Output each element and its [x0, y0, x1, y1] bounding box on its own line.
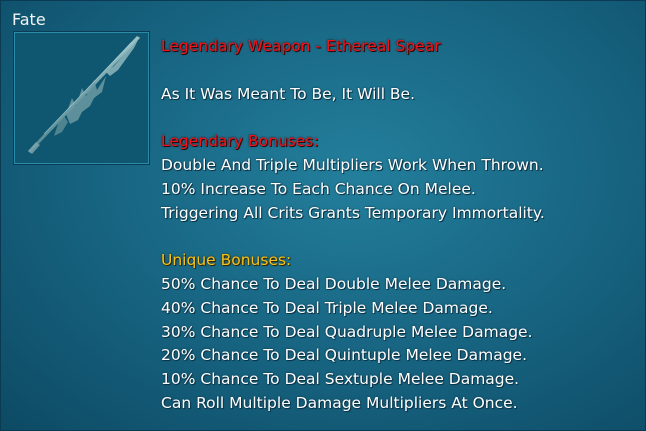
unique-bonus-line: 50% Chance To Deal Double Melee Damage. — [161, 274, 507, 293]
unique-bonus-line: 30% Chance To Deal Quadruple Melee Damag… — [161, 322, 533, 341]
spear-icon — [28, 36, 140, 154]
legendary-bonus-line: 10% Increase To Each Chance On Melee. — [161, 179, 476, 198]
unique-bonuses-heading: Unique Bonuses: — [161, 251, 292, 270]
item-icon-slot[interactable] — [13, 31, 150, 165]
legendary-bonus-line: Double And Triple Multipliers Work When … — [161, 155, 544, 174]
unique-bonus-line: 40% Chance To Deal Triple Melee Damage. — [161, 298, 493, 317]
item-tooltip: Fate Legendary Weapon - Ethereal Spear A… — [0, 0, 646, 431]
item-name: Fate — [12, 10, 46, 29]
item-description: Legendary Weapon - Ethereal Spear As It … — [161, 35, 641, 416]
unique-bonus-line: 10% Chance To Deal Sextuple Melee Damage… — [161, 370, 520, 389]
item-type-line: Legendary Weapon - Ethereal Spear — [161, 37, 441, 55]
unique-bonus-line: Can Roll Multiple Damage Multipliers At … — [161, 393, 518, 412]
flavor-text: As It Was Meant To Be, It Will Be. — [161, 84, 416, 103]
legendary-bonuses-heading: Legendary Bonuses: — [161, 132, 319, 151]
legendary-bonus-line: Triggering All Crits Grants Temporary Im… — [161, 203, 545, 222]
unique-bonus-line: 20% Chance To Deal Quintuple Melee Damag… — [161, 346, 527, 365]
